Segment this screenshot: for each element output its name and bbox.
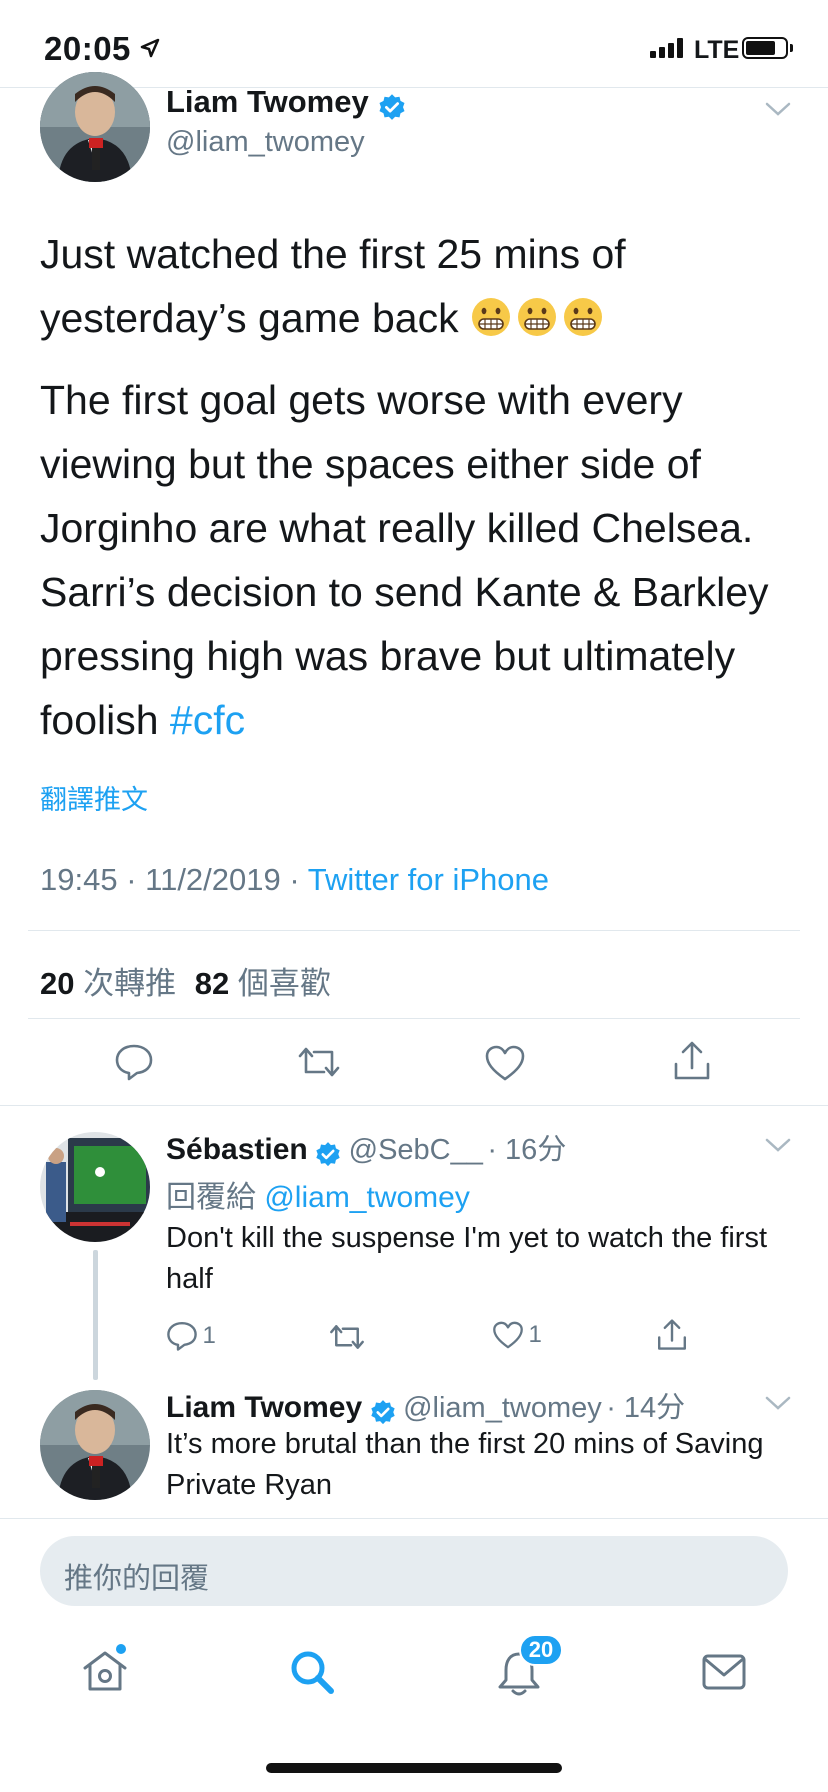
like-heart-icon[interactable] [492,1320,524,1350]
reply-author-handle[interactable]: @liam_twomey [403,1392,602,1424]
reply-author-handle[interactable]: @SebC__ [349,1134,483,1166]
tweet-text-line2: yesterday’s game back [40,295,459,341]
likes-count: 82 [194,966,230,1001]
replying-to-label: 回覆給 [166,1181,256,1214]
reply-author-name[interactable]: Liam Twomey [166,1391,362,1424]
retweet-icon[interactable] [328,1322,366,1352]
chevron-down-icon[interactable] [764,100,792,118]
tweet-date: 11/2/2019 [145,862,281,897]
engagement-counts: 20 次轉推 82 個喜歡 [40,958,331,1003]
author-avatar[interactable] [40,72,150,182]
chevron-down-icon[interactable] [764,1394,792,1412]
reply-like-action[interactable]: 1 [492,1320,542,1350]
replying-to-handle[interactable]: @liam_twomey [264,1181,470,1214]
reply-text: Don't kill the suspense I'm yet to watch… [166,1222,767,1295]
reply-reply-count: 1 [202,1322,216,1349]
reply-like-count: 1 [528,1321,542,1348]
reply-author-name[interactable]: Sébastien [166,1133,308,1166]
reply-age: · 16分 [487,1134,567,1166]
translate-tweet-link[interactable]: 翻譯推文 [40,778,148,817]
like-heart-icon[interactable] [484,1044,526,1082]
reply-age: · 14分 [606,1392,686,1424]
tab-search[interactable] [288,1648,336,1696]
envelope-icon [702,1654,746,1690]
reply-icon[interactable] [114,1042,154,1082]
verified-badge-icon [316,1141,340,1166]
home-indicator [266,1763,562,1773]
hashtag-link[interactable]: #cfc [170,697,245,743]
reply-header[interactable]: Sébastien @SebC__ · 16分 [166,1126,566,1169]
retweet-icon[interactable] [296,1044,342,1080]
likes-stat[interactable]: 82 個喜歡 [195,966,331,1001]
status-time: 20:05 [44,30,131,67]
location-arrow-icon [140,38,160,58]
thread-line [93,1250,98,1380]
tweet-time: 19:45 [40,862,118,897]
reply-avatar[interactable] [40,1390,150,1500]
tab-home[interactable] [80,1644,130,1696]
author-handle[interactable]: @liam_twomey [166,126,365,159]
author-name[interactable]: Liam Twomey [166,84,369,119]
tweet-source-link[interactable]: Twitter for iPhone [308,862,549,897]
tweet-text: Just watched the first 25 mins of yester… [40,222,800,752]
author-header[interactable]: Liam Twomey [166,84,407,123]
tweet-text-line1: Just watched the first 25 mins of [40,231,626,277]
reply-header[interactable]: Liam Twomey @liam_twomey · 14分 [166,1384,685,1427]
status-bar: 20:05 LTE [0,0,828,88]
cellular-signal-icon [650,38,683,58]
reply-compose-field[interactable]: 推你的回覆 [40,1536,788,1606]
battery-icon [742,37,788,59]
retweets-stat[interactable]: 20 次轉推 [40,966,176,1001]
reply-compose-placeholder: 推你的回覆 [64,1563,210,1595]
chevron-down-icon[interactable] [764,1136,792,1154]
grimacing-face-emoji-icon [563,298,602,336]
tab-messages[interactable] [700,1650,748,1694]
verified-badge-icon [379,94,405,120]
notifications-badge: 20 [519,1634,563,1666]
home-new-indicator [116,1644,126,1654]
grimacing-face-emoji-icon [471,298,510,336]
verified-badge-icon [370,1399,395,1424]
replying-to: 回覆給 @liam_twomey [166,1172,470,1216]
retweets-label: 次轉推 [83,966,177,1001]
retweets-count: 20 [40,966,75,1001]
tweet-text-paragraph: The first goal gets worse with every vie… [40,377,769,743]
grimacing-face-emoji-icon [517,298,556,336]
reply-icon[interactable] [166,1320,198,1352]
likes-label: 個喜歡 [237,966,331,1001]
carrier-label: LTE [694,36,740,64]
share-icon[interactable] [656,1318,688,1352]
reply-reply-action[interactable]: 1 [166,1320,216,1352]
reply-text: It’s more brutal than the first 20 mins … [166,1428,764,1501]
reply-avatar[interactable] [40,1132,150,1242]
search-icon [291,1651,334,1694]
tweet-meta: 19:45 · 11/2/2019 · Twitter for iPhone [40,862,549,897]
share-icon[interactable] [672,1040,712,1082]
